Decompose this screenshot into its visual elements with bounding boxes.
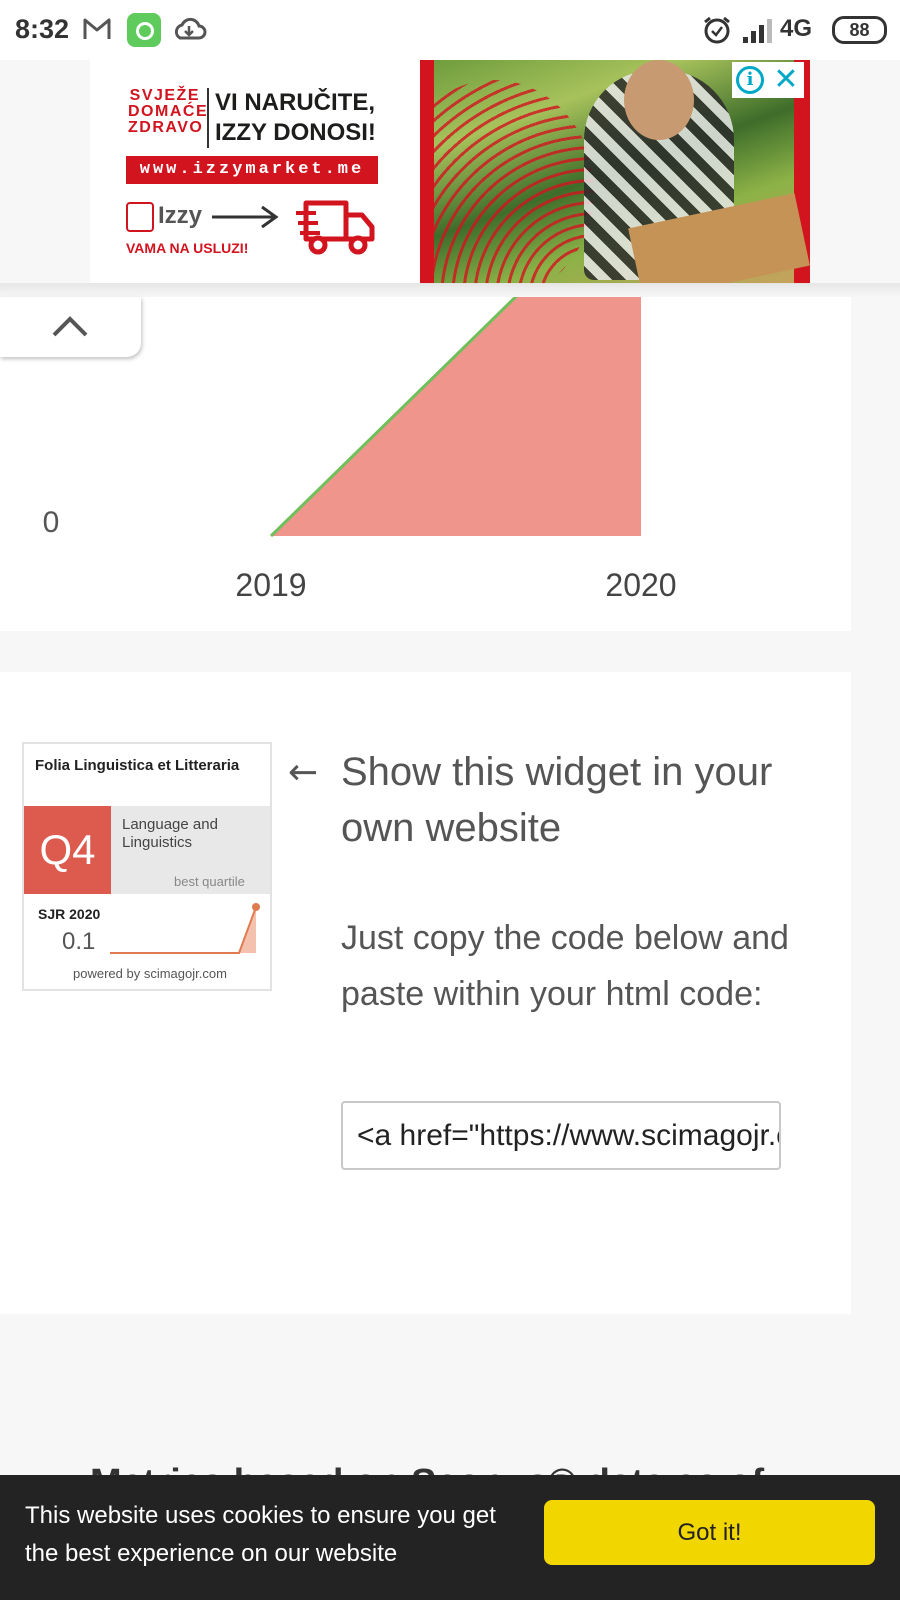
widget-journal-title: Folia Linguistica et Litteraria bbox=[35, 757, 240, 774]
cookie-message: This website uses cookies to ensure you … bbox=[25, 1502, 496, 1567]
left-arrow-icon: ← bbox=[288, 752, 319, 793]
battery-icon: 88 bbox=[832, 16, 887, 44]
widget-sparkline bbox=[110, 903, 260, 954]
app-icon bbox=[127, 13, 161, 47]
widget-quartile: Q4 bbox=[24, 806, 111, 894]
cloud-icon bbox=[174, 17, 207, 40]
widget-best-quartile: best quartile bbox=[174, 874, 245, 889]
ad-headline: VI NARUČITE, IZZY DONOSI! bbox=[215, 89, 376, 146]
gmail-icon bbox=[83, 18, 111, 39]
embed-code-field[interactable]: <a href="https://www.scimagojr.com/journ… bbox=[341, 1101, 781, 1170]
scroll-up-button[interactable] bbox=[0, 297, 141, 357]
ad-info-button[interactable]: i bbox=[732, 62, 768, 98]
status-bar: 8:32 4G 88 bbox=[0, 0, 900, 60]
cookie-banner: This website uses cookies to ensure you … bbox=[0, 1475, 900, 1600]
network-type: 4G bbox=[780, 15, 813, 42]
info-icon: i bbox=[736, 66, 764, 94]
ad-tagline: VAMA NA USLUZI! bbox=[126, 240, 249, 256]
x-tick-label: 2020 bbox=[605, 567, 676, 603]
status-time: 8:32 bbox=[15, 14, 70, 44]
ad-close-button[interactable]: ✕ bbox=[768, 62, 804, 98]
widget-heading: Show this widget in your own website bbox=[341, 750, 773, 850]
ad-shadow bbox=[0, 283, 900, 297]
ad-fresh-label: SVJEŽE DOMAĆE ZDRAVO bbox=[128, 87, 209, 136]
arrow-right-icon bbox=[212, 205, 279, 229]
cookie-accept-button[interactable]: Got it! bbox=[544, 1500, 875, 1565]
izzy-bag-icon bbox=[126, 202, 154, 232]
ad-text-panel[interactable]: SVJEŽE DOMAĆE ZDRAVO VI NARUČITE, IZZY D… bbox=[90, 60, 420, 284]
chevron-up-icon bbox=[52, 316, 88, 337]
chart-area bbox=[271, 297, 641, 536]
delivery-truck-icon bbox=[296, 200, 375, 255]
alarm-icon bbox=[704, 16, 730, 44]
widget-powered-by[interactable]: powered by scimagojr.com bbox=[73, 966, 227, 981]
ad-banner[interactable]: SVJEŽE DOMAĆE ZDRAVO VI NARUČITE, IZZY D… bbox=[90, 60, 810, 284]
widget-sjr-value: 0.1 bbox=[62, 928, 96, 955]
signal-icon bbox=[743, 19, 772, 43]
x-tick-label: 2019 bbox=[235, 567, 306, 603]
ad-logo: Izzy bbox=[158, 202, 203, 229]
widget-instructions: Just copy the code below and paste withi… bbox=[341, 919, 789, 1013]
ad-url[interactable]: www.izzymarket.me bbox=[126, 156, 378, 184]
embed-code-text: <a href="https://www.scimagojr.com/journ… bbox=[357, 1119, 779, 1152]
ad-photo-head bbox=[624, 60, 694, 140]
y-tick-label: 0 bbox=[43, 506, 60, 539]
ad-photo-fan bbox=[420, 80, 594, 284]
close-icon: ✕ bbox=[773, 63, 799, 96]
widget-category: Language and Linguistics bbox=[122, 816, 218, 851]
sjr-widget[interactable]: Folia Linguistica et Litteraria Q4 Langu… bbox=[22, 742, 272, 991]
ad-divider bbox=[207, 88, 209, 148]
widget-sjr-label: SJR 2020 bbox=[38, 906, 101, 922]
